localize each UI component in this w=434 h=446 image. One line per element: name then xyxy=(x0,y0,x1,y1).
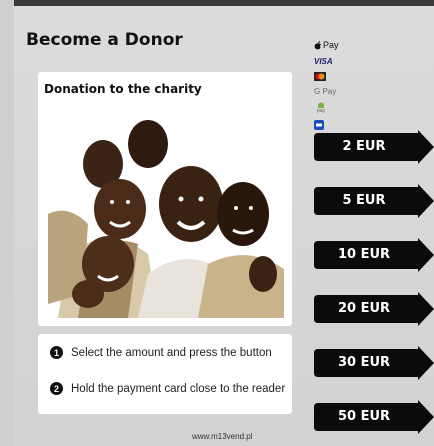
android-pay-icon: pay xyxy=(314,101,328,114)
google-pay-icon: G Pay xyxy=(314,87,336,96)
amount-button-30-eur[interactable]: 30 EUR xyxy=(314,346,434,380)
amount-label: 10 EUR xyxy=(337,247,391,262)
amount-button-2-eur[interactable]: 2 EUR xyxy=(314,130,434,164)
kiosk-screen: Become a Donor Donation to the charity 1… xyxy=(14,6,434,446)
amount-label: 5 EUR xyxy=(342,193,386,208)
samsung-pay-icon xyxy=(314,120,324,130)
amount-button-50-eur[interactable]: 50 EUR xyxy=(314,400,434,434)
amount-label: 50 EUR xyxy=(337,409,391,424)
android-pay-label: pay xyxy=(316,108,326,114)
apple-pay-icon: Pay xyxy=(314,40,339,50)
google-pay-label: G Pay xyxy=(314,87,337,96)
charity-card: Donation to the charity xyxy=(38,72,292,326)
step-1: 1 Select the amount and press the button xyxy=(50,346,272,359)
mastercard-icon xyxy=(314,72,326,81)
amount-label: 20 EUR xyxy=(337,301,391,316)
visa-icon: VISA xyxy=(314,57,333,66)
amount-button-10-eur[interactable]: 10 EUR xyxy=(314,238,434,272)
step-text: Hold the payment card close to the reade… xyxy=(71,382,286,395)
step-text: Select the amount and press the button xyxy=(71,346,272,359)
step-2: 2 Hold the payment card close to the rea… xyxy=(50,382,285,395)
amount-button-20-eur[interactable]: 20 EUR xyxy=(314,292,434,326)
amount-label: 2 EUR xyxy=(342,139,386,154)
charity-title: Donation to the charity xyxy=(44,82,202,96)
footer-url: www.m13vend.pl xyxy=(192,432,253,441)
amount-button-5-eur[interactable]: 5 EUR xyxy=(314,184,434,218)
amount-label: 30 EUR xyxy=(337,355,391,370)
step-number: 2 xyxy=(50,382,63,395)
visa-label: VISA xyxy=(314,57,333,66)
page-title: Become a Donor xyxy=(26,30,183,50)
apple-pay-label: Pay xyxy=(323,40,339,50)
step-number: 1 xyxy=(50,346,63,359)
instructions-card: 1 Select the amount and press the button… xyxy=(38,334,292,414)
children-photo xyxy=(48,104,284,318)
